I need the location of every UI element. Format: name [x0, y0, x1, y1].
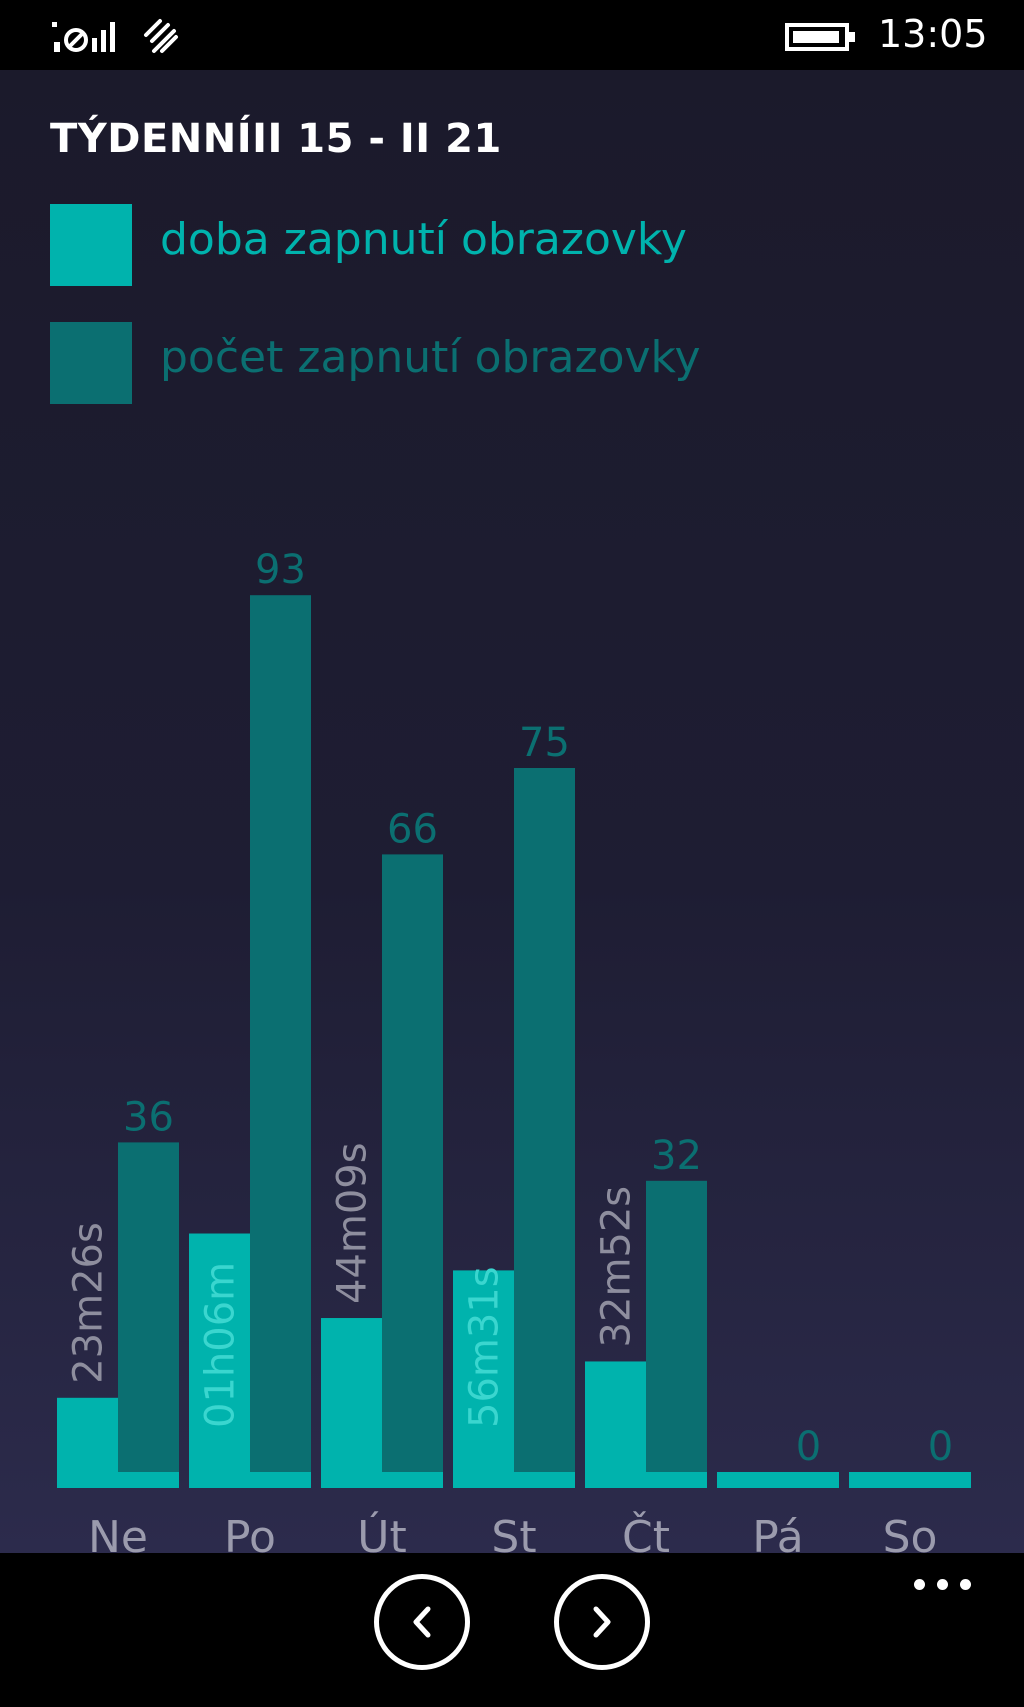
bar-baseline	[382, 1472, 443, 1488]
data-connection-icon	[144, 19, 178, 53]
bar-screen-count	[382, 854, 443, 1488]
bar-screen-count	[514, 768, 575, 1488]
bar-screen-count	[118, 1142, 179, 1488]
previous-week-button[interactable]	[374, 1574, 470, 1670]
bar-chart: 3623m26sNe9301h06mPo6644m09sÚt7556m31sSt…	[57, 547, 971, 1563]
bar-screen-count	[646, 1180, 707, 1488]
page-title: TÝDENNÍII 15 - II 21	[50, 116, 502, 162]
battery-icon	[785, 23, 855, 51]
more-icon[interactable]	[910, 1571, 978, 1601]
bar-baseline	[646, 1472, 707, 1488]
bar-screen-time	[717, 1472, 778, 1488]
legend-swatch-screen-count	[50, 322, 132, 404]
legend-swatch-screen-time	[50, 204, 132, 286]
chevron-right-icon	[593, 1606, 611, 1638]
bar-screen-time	[849, 1472, 910, 1488]
data-label-screen-count: 0	[928, 1424, 953, 1470]
data-label-screen-time: 01h06m	[198, 1262, 244, 1428]
data-label-screen-time: 56m31s	[462, 1266, 508, 1428]
bar-baseline	[250, 1472, 311, 1488]
next-week-button[interactable]	[554, 1574, 650, 1670]
data-label-screen-count: 66	[387, 806, 438, 852]
bar-screen-count	[250, 595, 311, 1488]
chevron-left-icon	[413, 1606, 431, 1638]
clock: 13:05	[878, 12, 988, 56]
app-bar	[0, 1553, 1024, 1707]
bar-screen-time	[57, 1397, 118, 1488]
signal-icon	[52, 22, 115, 52]
data-label-screen-count: 93	[255, 547, 306, 593]
bar-screen-time	[585, 1361, 646, 1488]
bar-baseline	[778, 1472, 839, 1488]
status-bar: 13:05	[0, 0, 1024, 70]
data-label-screen-count: 0	[796, 1424, 821, 1470]
data-label-screen-time: 23m26s	[66, 1222, 112, 1384]
bar-baseline	[118, 1472, 179, 1488]
bar-baseline	[514, 1472, 575, 1488]
data-label-screen-time: 44m09s	[330, 1142, 376, 1304]
data-label-screen-count: 32	[651, 1133, 702, 1179]
legend-label-screen-time: doba zapnutí obrazovky	[160, 214, 687, 265]
data-label-screen-count: 75	[519, 720, 570, 766]
data-label-screen-count: 36	[123, 1094, 174, 1140]
bar-screen-time	[321, 1318, 382, 1488]
legend-label-screen-count: počet zapnutí obrazovky	[160, 332, 701, 383]
main-content: TÝDENNÍII 15 - II 21 doba zapnutí obrazo…	[0, 70, 1024, 1563]
bar-baseline	[910, 1472, 971, 1488]
data-label-screen-time: 32m52s	[594, 1186, 640, 1348]
